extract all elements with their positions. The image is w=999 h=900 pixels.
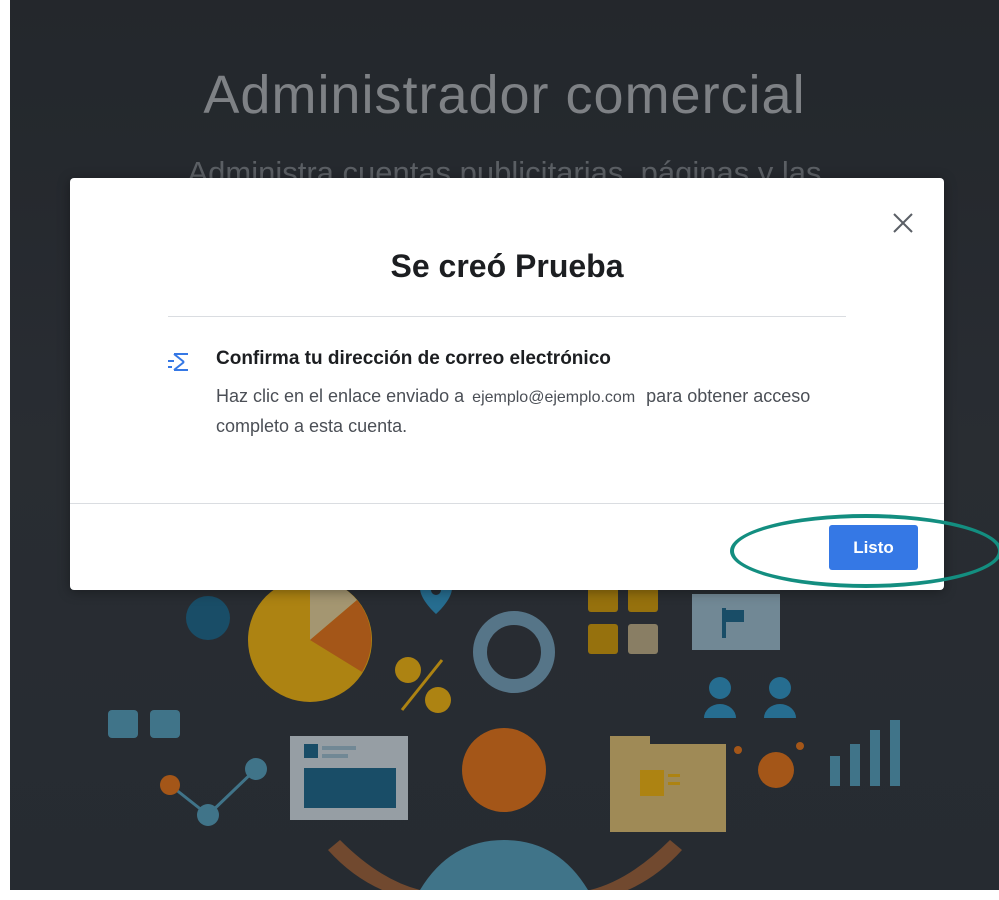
page: Administrador comercial Administra cuent… (10, 0, 999, 890)
email-confirm-icon (168, 353, 188, 371)
notice-email: ejemplo@ejemplo.com (472, 389, 636, 406)
confirmation-dialog: Se creó Prueba Confirma tu dirección de … (70, 178, 944, 590)
notice-heading: Confirma tu dirección de correo electrón… (216, 348, 611, 369)
notice-text: Haz clic en el enlace enviado a ejemplo@… (216, 382, 836, 440)
done-button[interactable]: Listo (829, 525, 918, 570)
dialog-title: Se creó Prueba (390, 248, 624, 284)
close-icon[interactable] (890, 210, 916, 236)
notice-text-before: Haz clic en el enlace enviado a (216, 386, 465, 406)
divider (168, 316, 846, 317)
footer-divider (70, 503, 944, 504)
